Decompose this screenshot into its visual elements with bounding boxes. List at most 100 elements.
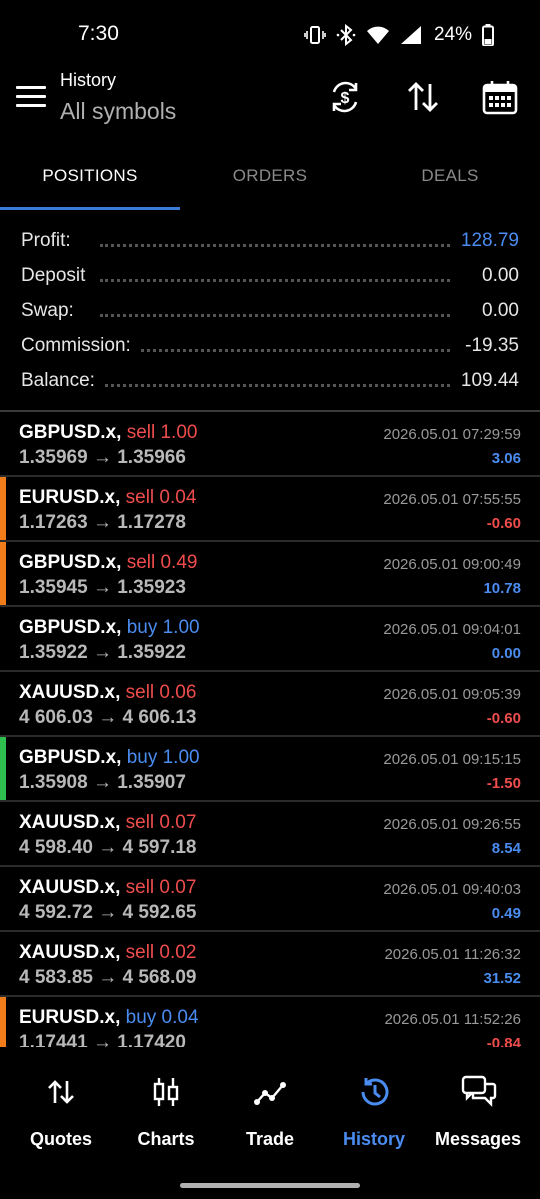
deal-time: 2026.05.01 07:29:59 (383, 426, 521, 443)
deal-symbol-name: GBPUSD.x, (19, 747, 122, 768)
deal-prices: 1.35922 → 1.35922 (19, 642, 186, 663)
deal-marker (0, 737, 6, 800)
deal-profit: 3.06 (491, 450, 521, 467)
deal-profit: -1.50 (486, 775, 521, 792)
tab-positions[interactable]: POSITIONS (0, 150, 180, 210)
nav-label: Quotes (29, 1129, 92, 1149)
period-sync-icon[interactable]: $ (326, 78, 364, 116)
history-screen: 7:30 24% History All symbols $ POSITIONS… (0, 0, 540, 1199)
candlestick-icon (149, 1075, 183, 1109)
deal-side: sell 0.49 (126, 552, 198, 573)
calendar-icon[interactable] (481, 78, 519, 116)
sort-icon[interactable] (404, 78, 442, 116)
tab-deals[interactable]: DEALS (360, 150, 540, 210)
deal-side: sell 0.07 (125, 812, 197, 833)
deal-row[interactable]: XAUUSD.x, sell 0.07 4 598.40 → 4 597.18 20… (0, 802, 540, 867)
deal-symbol: EURUSD.x, buy 0.04 (19, 1007, 199, 1029)
deal-row[interactable]: GBPUSD.x, sell 1.00 1.35969 → 1.35966 2026… (0, 412, 540, 477)
deal-symbol: GBPUSD.x, sell 1.00 (19, 422, 197, 444)
deal-time: 2026.05.01 09:00:49 (383, 556, 521, 573)
summary-row-commission: Commission: -19.35 (0, 327, 540, 362)
summary-label: Balance: (21, 370, 105, 392)
nav-trade[interactable]: Trade (216, 1047, 324, 1167)
deal-time: 2026.05.01 09:15:15 (383, 751, 521, 768)
deal-symbol: XAUUSD.x, sell 0.06 (19, 682, 196, 704)
summary-label: Deposit (21, 265, 96, 287)
deal-profit: 0.49 (491, 905, 521, 922)
battery-icon (482, 24, 494, 46)
deal-side: buy 0.04 (125, 1007, 199, 1028)
deal-row[interactable]: EURUSD.x, sell 0.04 1.17263 → 1.17278 2026… (0, 477, 540, 542)
nav-label: Charts (137, 1129, 195, 1149)
deal-time: 2026.05.01 07:55:55 (383, 491, 521, 508)
nav-history[interactable]: History (320, 1047, 428, 1167)
deal-prices: 1.35969 → 1.35966 (19, 447, 186, 468)
wifi-icon (366, 25, 390, 45)
summary-value: 0.00 (472, 300, 519, 322)
deal-prices: 1.17441 → 1.17420 (19, 1032, 186, 1047)
deal-row[interactable]: XAUUSD.x, sell 0.06 4 606.03 → 4 606.13 20… (0, 672, 540, 737)
deal-symbol: GBPUSD.x, buy 1.00 (19, 617, 200, 639)
deal-prices: 1.35908 → 1.35907 (19, 772, 186, 793)
deal-symbol: XAUUSD.x, sell 0.07 (19, 812, 196, 834)
deal-prices: 1.17263 → 1.17278 (19, 512, 186, 533)
deal-symbol-name: XAUUSD.x, (19, 812, 121, 833)
menu-icon[interactable] (16, 86, 46, 110)
svg-text:$: $ (341, 90, 350, 107)
deal-marker (0, 477, 6, 540)
deal-profit: -0.60 (486, 515, 521, 532)
deal-time: 2026.05.01 09:04:01 (383, 621, 521, 638)
summary-row-balance: Balance: 109.44 (0, 362, 540, 397)
deal-prices: 4 598.40 → 4 597.18 (19, 837, 197, 858)
deal-symbol-name: EURUSD.x, (19, 1007, 121, 1028)
nav-charts[interactable]: Charts (112, 1047, 220, 1167)
deal-symbol: EURUSD.x, sell 0.04 (19, 487, 196, 509)
history-tabs: POSITIONS ORDERS DEALS (0, 150, 540, 212)
summary-row-deposit: Deposit 0.00 (0, 257, 540, 292)
bluetooth-icon (336, 24, 356, 46)
tab-indicator (0, 207, 180, 210)
home-indicator[interactable] (180, 1183, 360, 1188)
deal-side: buy 1.00 (126, 617, 200, 638)
deal-side: sell 0.07 (125, 877, 197, 898)
deal-row[interactable]: GBPUSD.x, buy 1.00 1.35908 → 1.35907 2026.… (0, 737, 540, 802)
symbol-filter[interactable]: All symbols (60, 98, 176, 125)
summary-row-profit: Profit: 128.79 (0, 222, 540, 257)
deal-side: sell 0.02 (125, 942, 197, 963)
nav-messages[interactable]: Messages (424, 1047, 532, 1167)
deal-symbol-name: XAUUSD.x, (19, 877, 121, 898)
messages-icon (461, 1075, 497, 1109)
deal-marker (0, 542, 6, 605)
tab-orders[interactable]: ORDERS (180, 150, 360, 210)
bottom-navigation: Quotes Charts Trade History Messages (0, 1047, 540, 1177)
deal-row[interactable]: GBPUSD.x, sell 0.49 1.35945 → 1.35923 2026… (0, 542, 540, 607)
deal-side: sell 0.06 (125, 682, 197, 703)
deal-symbol-name: EURUSD.x, (19, 487, 121, 508)
page-title: History (60, 70, 117, 90)
deal-time: 2026.05.01 09:40:03 (383, 881, 521, 898)
summary-value: 0.00 (472, 265, 519, 287)
deal-row[interactable]: XAUUSD.x, sell 0.07 4 592.72 → 4 592.65 20… (0, 867, 540, 932)
nav-quotes[interactable]: Quotes (7, 1047, 115, 1167)
history-icon (357, 1075, 391, 1109)
deal-symbol-name: GBPUSD.x, (19, 617, 122, 638)
deal-prices: 4 592.72 → 4 592.65 (19, 902, 197, 923)
summary-label: Profit: (21, 230, 81, 252)
deal-row[interactable]: EURUSD.x, buy 0.04 1.17441 → 1.17420 2026.… (0, 997, 540, 1047)
deal-profit: 10.78 (483, 580, 521, 597)
deal-symbol-name: GBPUSD.x, (19, 422, 122, 443)
deal-symbol-name: XAUUSD.x, (19, 942, 121, 963)
deal-row[interactable]: XAUUSD.x, sell 0.02 4 583.85 → 4 568.09 20… (0, 932, 540, 997)
deal-time: 2026.05.01 11:52:26 (384, 1011, 521, 1028)
deal-time: 2026.05.01 09:05:39 (383, 686, 521, 703)
summary-row-swap: Swap: 0.00 (0, 292, 540, 327)
summary-label: Commission: (21, 335, 141, 357)
deals-list: GBPUSD.x, sell 1.00 1.35969 → 1.35966 2026… (0, 412, 540, 1047)
deal-row[interactable]: GBPUSD.x, buy 1.00 1.35922 → 1.35922 2026.… (0, 607, 540, 672)
deal-time: 2026.05.01 11:26:32 (384, 946, 521, 963)
summary-label: Swap: (21, 300, 84, 322)
summary-value: 128.79 (450, 230, 519, 252)
vibrate-icon (304, 24, 326, 46)
battery-percent: 24% (433, 24, 472, 45)
summary-value: -19.35 (455, 335, 519, 357)
